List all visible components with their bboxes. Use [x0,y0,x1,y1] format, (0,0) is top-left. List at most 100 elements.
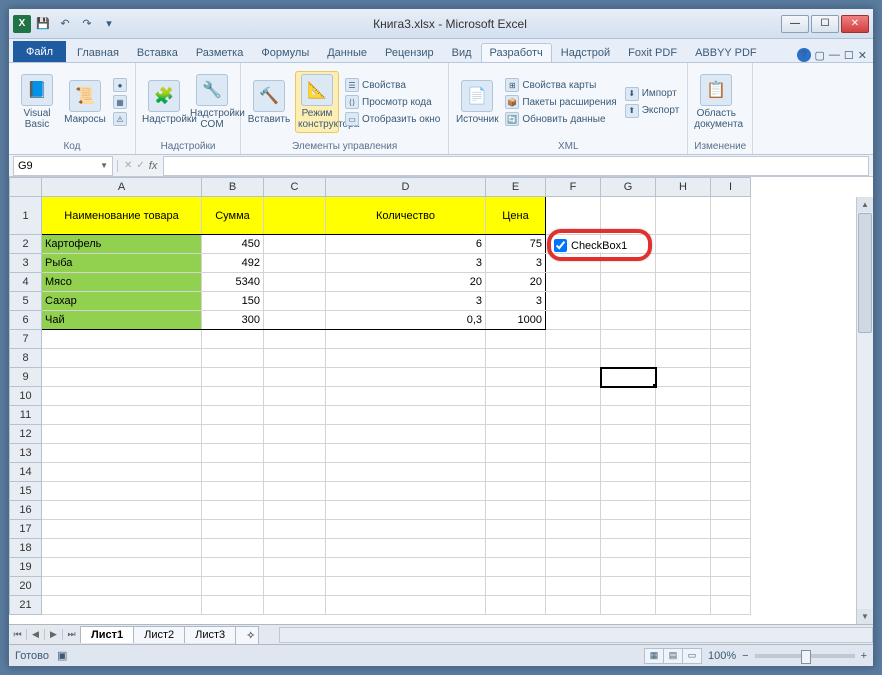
cell[interactable] [264,273,326,292]
new-sheet-button[interactable]: ✧ [235,626,259,644]
cell[interactable]: 5340 [202,273,264,292]
sheet-tab[interactable]: Лист3 [184,626,236,643]
select-all-corner[interactable] [10,178,42,197]
tab-layout[interactable]: Разметка [187,43,253,62]
scroll-thumb[interactable] [858,213,872,333]
cell[interactable] [711,292,751,311]
map-properties-button[interactable]: ⊞Свойства карты [503,77,618,93]
formula-input[interactable] [163,156,869,176]
cell[interactable]: 492 [202,254,264,273]
ribbon-minimize-icon[interactable]: ▢ [815,49,825,62]
cell[interactable] [42,330,202,349]
cell[interactable]: 450 [202,235,264,254]
tab-formulas[interactable]: Формулы [252,43,318,62]
cell[interactable]: Наименование товара [42,197,202,235]
cell[interactable]: 75 [486,235,546,254]
namebox-dropdown-icon[interactable]: ▼ [100,161,108,170]
zoom-out-button[interactable]: − [742,650,748,662]
properties-button[interactable]: ☰Свойства [343,77,442,93]
cell[interactable] [546,197,601,235]
col-header-F[interactable]: F [546,178,601,197]
tab-view[interactable]: Вид [443,43,481,62]
com-addins-button[interactable]: 🔧Надстройки COM [190,74,234,130]
view-layout-button[interactable]: ▤ [663,648,683,664]
zoom-level[interactable]: 100% [708,650,736,662]
cell[interactable] [656,311,711,330]
name-box[interactable]: G9▼ [13,156,113,176]
document-panel-button[interactable]: 📋Область документа [694,74,738,130]
sheet-tab[interactable]: Лист1 [80,626,134,643]
tab-review[interactable]: Рецензир [376,43,443,62]
doc-minimize-icon[interactable]: — [829,49,840,61]
row-header[interactable]: 1 [10,197,42,235]
row-header[interactable]: 11 [10,406,42,425]
xml-export-button[interactable]: ⬆Экспорт [623,103,682,119]
cell[interactable]: Сумма [202,197,264,235]
row-header[interactable]: 16 [10,501,42,520]
cell[interactable]: Картофель [42,235,202,254]
row-header[interactable]: 21 [10,596,42,615]
cell[interactable] [42,368,202,387]
vertical-scrollbar[interactable]: ▲ ▼ [856,197,873,624]
tab-file[interactable]: Файл [13,41,66,62]
row-header[interactable]: 14 [10,463,42,482]
tab-home[interactable]: Главная [68,43,128,62]
cell[interactable] [601,292,656,311]
macro-record-icon[interactable]: ▣ [57,649,67,662]
cell[interactable]: 20 [326,273,486,292]
addins-button[interactable]: 🧩Надстройки [142,80,186,125]
view-normal-button[interactable]: ▦ [644,648,664,664]
design-mode-button[interactable]: 📐Режим конструктора [295,71,339,133]
tab-nav-last[interactable]: ⏭ [63,629,81,640]
view-code-button[interactable]: ⟨⟩Просмотр кода [343,94,442,110]
active-cell[interactable] [601,368,656,387]
zoom-in-button[interactable]: + [861,650,867,662]
cell[interactable]: Цена [486,197,546,235]
col-header-B[interactable]: B [202,178,264,197]
cell[interactable]: 3 [326,292,486,311]
minimize-button[interactable]: — [781,15,809,33]
horizontal-scrollbar[interactable] [279,627,873,643]
row-header[interactable]: 20 [10,577,42,596]
doc-restore-icon[interactable]: ☐ [844,49,854,62]
row-header[interactable]: 9 [10,368,42,387]
cell[interactable] [546,254,601,273]
col-header-D[interactable]: D [326,178,486,197]
cell[interactable] [601,311,656,330]
col-header-E[interactable]: E [486,178,546,197]
cell[interactable] [656,235,711,254]
cell[interactable] [601,273,656,292]
cell[interactable]: 3 [326,254,486,273]
tab-insert[interactable]: Вставка [128,43,187,62]
sheet-tab[interactable]: Лист2 [133,626,185,643]
cell[interactable]: 300 [202,311,264,330]
tab-abbyy[interactable]: ABBYY PDF [686,43,766,62]
undo-button[interactable]: ↶ [55,14,75,34]
cell[interactable] [711,197,751,235]
cell[interactable]: Рыба [42,254,202,273]
cell[interactable]: 3 [486,254,546,273]
row-header[interactable]: 5 [10,292,42,311]
cell[interactable] [546,311,601,330]
cell[interactable]: Мясо [42,273,202,292]
tab-data[interactable]: Данные [318,43,376,62]
enter-formula-icon[interactable]: ✓ [136,160,144,171]
row-header[interactable]: 17 [10,520,42,539]
cell[interactable] [264,254,326,273]
scroll-down-icon[interactable]: ▼ [857,609,873,624]
close-button[interactable]: ✕ [841,15,869,33]
cell[interactable] [656,292,711,311]
row-header[interactable]: 18 [10,539,42,558]
cell[interactable]: 0,3 [326,311,486,330]
maximize-button[interactable]: ☐ [811,15,839,33]
row-header[interactable]: 3 [10,254,42,273]
cell[interactable]: 6 [326,235,486,254]
refresh-data-button[interactable]: 🔄Обновить данные [503,111,618,127]
cell[interactable] [264,311,326,330]
doc-close-icon[interactable]: ✕ [858,49,867,62]
cell[interactable] [42,349,202,368]
visual-basic-button[interactable]: 📘Visual Basic [15,74,59,130]
cell[interactable]: 3 [486,292,546,311]
help-icon[interactable]: ? [797,48,811,62]
cell[interactable] [264,235,326,254]
